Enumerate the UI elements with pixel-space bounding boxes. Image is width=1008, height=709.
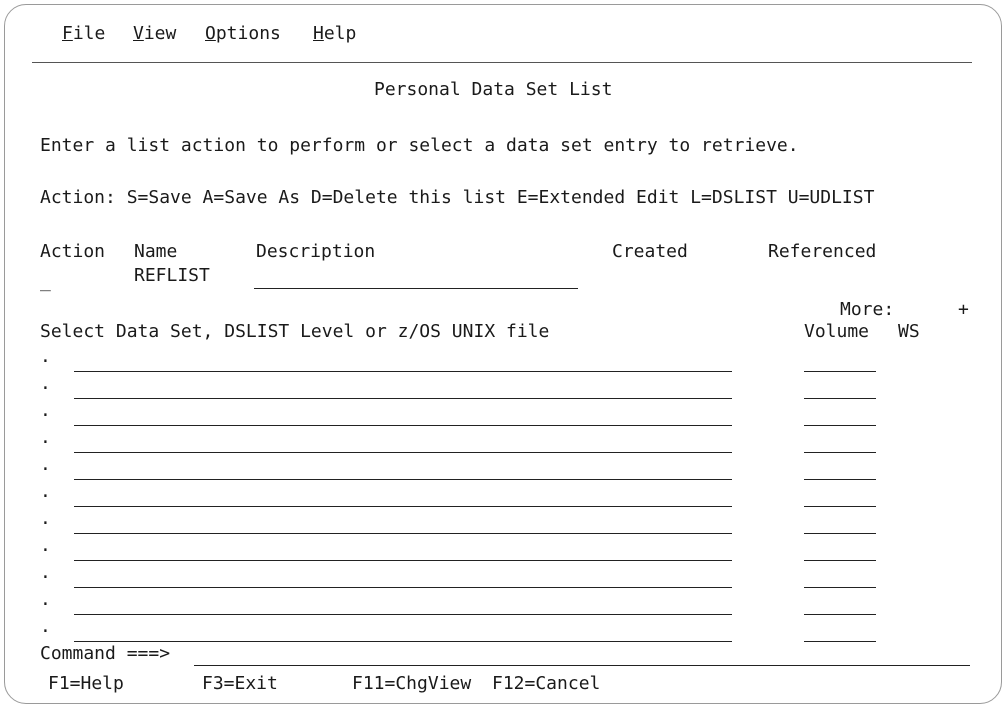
dataset-input[interactable] <box>74 398 732 399</box>
volume-input[interactable] <box>804 641 876 642</box>
fkey-f3-exit[interactable]: F3=Exit <box>202 674 278 694</box>
header-description: Description <box>256 241 376 262</box>
dataset-input[interactable] <box>74 425 732 426</box>
entry-action-field[interactable]: _ <box>40 272 51 292</box>
entry-name: REFLIST <box>134 265 210 286</box>
more-label: More: <box>840 299 895 320</box>
row-marker: . <box>40 373 51 394</box>
command-label: Command ===> <box>40 643 171 664</box>
row-marker: . <box>40 535 51 556</box>
header-referenced: Referenced <box>768 241 877 262</box>
row-marker: . <box>40 427 51 448</box>
menu-separator <box>32 62 972 63</box>
row-marker: . <box>40 346 51 367</box>
row-marker: . <box>40 616 51 637</box>
dataset-input[interactable] <box>74 614 732 615</box>
action-legend: Action: S=Save A=Save As D=Delete this l… <box>40 187 875 208</box>
dataset-input[interactable] <box>74 371 732 372</box>
row-marker: . <box>40 562 51 583</box>
dataset-input[interactable] <box>74 506 732 507</box>
row-marker: . <box>40 589 51 610</box>
fkey-f12-cancel[interactable]: F12=Cancel <box>492 674 600 694</box>
volume-header: Volume <box>804 321 870 342</box>
volume-input[interactable] <box>804 371 876 372</box>
ws-header: WS <box>898 321 920 342</box>
more-indicator[interactable]: + <box>958 300 969 320</box>
header-name: Name <box>134 241 178 262</box>
menu-file[interactable]: File <box>62 24 105 44</box>
dataset-input[interactable] <box>74 452 732 453</box>
volume-input[interactable] <box>804 452 876 453</box>
dataset-input[interactable] <box>74 479 732 480</box>
volume-input[interactable] <box>804 614 876 615</box>
volume-input[interactable] <box>804 479 876 480</box>
dataset-input[interactable] <box>74 641 732 642</box>
menu-view[interactable]: View <box>133 24 176 44</box>
dataset-input[interactable] <box>74 533 732 534</box>
volume-input[interactable] <box>804 506 876 507</box>
dataset-input[interactable] <box>74 587 732 588</box>
row-marker: . <box>40 454 51 475</box>
volume-input[interactable] <box>804 533 876 534</box>
row-marker: . <box>40 481 51 502</box>
command-input[interactable] <box>194 665 970 666</box>
panel-title: Personal Data Set List <box>374 79 613 100</box>
instruction-text: Enter a list action to perform or select… <box>40 135 799 156</box>
menu-options[interactable]: Options <box>205 24 281 44</box>
header-created: Created <box>612 241 688 262</box>
volume-input[interactable] <box>804 425 876 426</box>
volume-input[interactable] <box>804 560 876 561</box>
volume-input[interactable] <box>804 587 876 588</box>
fkey-f11-chgview[interactable]: F11=ChgView <box>352 674 471 694</box>
header-action: Action <box>40 241 106 262</box>
volume-input[interactable] <box>804 398 876 399</box>
select-dataset-header: Select Data Set, DSLIST Level or z/OS UN… <box>40 321 550 342</box>
row-marker: . <box>40 508 51 529</box>
panel-frame <box>4 4 1002 704</box>
row-marker: . <box>40 400 51 421</box>
dataset-input[interactable] <box>74 560 732 561</box>
menu-help[interactable]: Help <box>313 24 356 44</box>
fkey-f1-help[interactable]: F1=Help <box>48 674 124 694</box>
entry-description-field[interactable] <box>254 288 578 289</box>
